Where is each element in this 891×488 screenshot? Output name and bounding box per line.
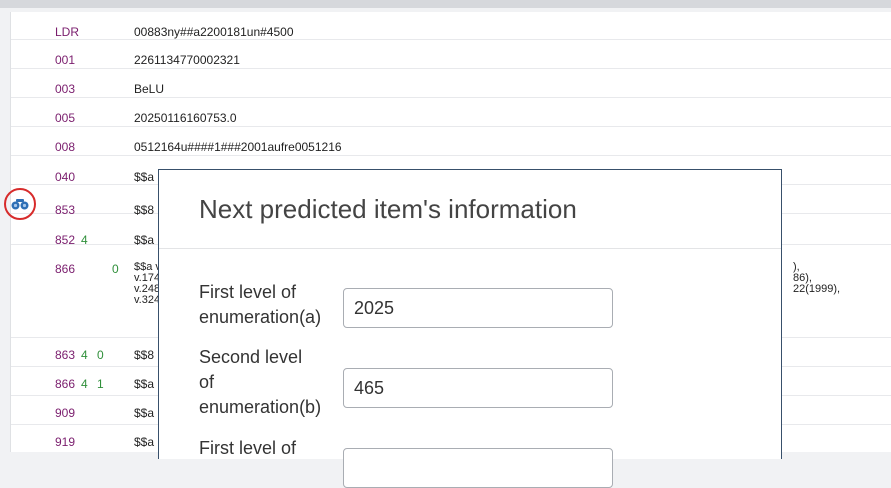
- field-tag: 866: [55, 377, 76, 391]
- marc-field-row[interactable]: 005 20250116160753.0: [11, 98, 891, 127]
- field-tag: 919: [55, 435, 76, 449]
- field-tag: 863: [55, 348, 76, 362]
- label-line: Second level: [199, 347, 303, 367]
- field-tag: 005: [55, 111, 76, 125]
- enumeration-a-input[interactable]: [343, 288, 613, 328]
- field-indicator-2: 1: [97, 377, 104, 391]
- enumeration-next-input[interactable]: [343, 448, 613, 488]
- field-value: BeLU: [134, 82, 165, 96]
- field-indicator-2: 0: [97, 348, 104, 362]
- label-line: enumeration(b): [199, 397, 322, 417]
- marc-field-row[interactable]: 008 0512164u####1###2001aufre0051216: [11, 127, 891, 156]
- label-line: First level of: [199, 282, 297, 302]
- marc-field-row[interactable]: 001 2261134770002321: [11, 40, 891, 69]
- field-indicator-1: 4: [81, 377, 88, 391]
- field-tag: 008: [55, 140, 76, 154]
- field-tag: 040: [55, 170, 76, 184]
- field-value: 0512164u####1###2001aufre0051216: [134, 140, 342, 154]
- marc-field-row[interactable]: 003 BeLU: [11, 69, 891, 98]
- label-line: First level of: [199, 438, 297, 458]
- top-toolbar-strip: [0, 0, 891, 8]
- marc-field-row[interactable]: LDR 00883ny##a2200181un#4500: [11, 12, 891, 40]
- enumeration-b-input[interactable]: [343, 368, 613, 408]
- field-tag: LDR: [55, 25, 80, 39]
- field-value-continued: ), 86), 22(1999),: [793, 262, 840, 295]
- dialog-header-divider: [159, 248, 781, 249]
- enumeration-b-label: Second level of enumeration(b): [199, 345, 344, 420]
- binoculars-icon: [11, 199, 29, 210]
- field-value-line: 22(1999),: [793, 283, 841, 295]
- enumeration-a-next-label: First level of: [199, 436, 344, 461]
- predict-item-button[interactable]: [4, 188, 36, 220]
- dialog-title: Next predicted item's information: [199, 194, 577, 224]
- field-tag: 001: [55, 53, 76, 67]
- enumeration-a-label: First level of enumeration(a): [199, 280, 344, 330]
- field-value: 2261134770002321: [134, 53, 240, 67]
- field-value: 00883ny##a2200181un#4500: [134, 25, 294, 39]
- field-tag: 866: [55, 262, 76, 276]
- field-indicator-2: 0: [112, 262, 119, 276]
- label-line: of: [199, 372, 215, 392]
- field-tag: 909: [55, 406, 76, 420]
- field-tag: 003: [55, 82, 76, 96]
- field-value: 20250116160753.0: [134, 111, 237, 125]
- field-indicator-1: 4: [81, 348, 88, 362]
- next-predicted-item-dialog: Next predicted item's information First …: [158, 169, 782, 488]
- label-line: enumeration(a): [199, 307, 322, 327]
